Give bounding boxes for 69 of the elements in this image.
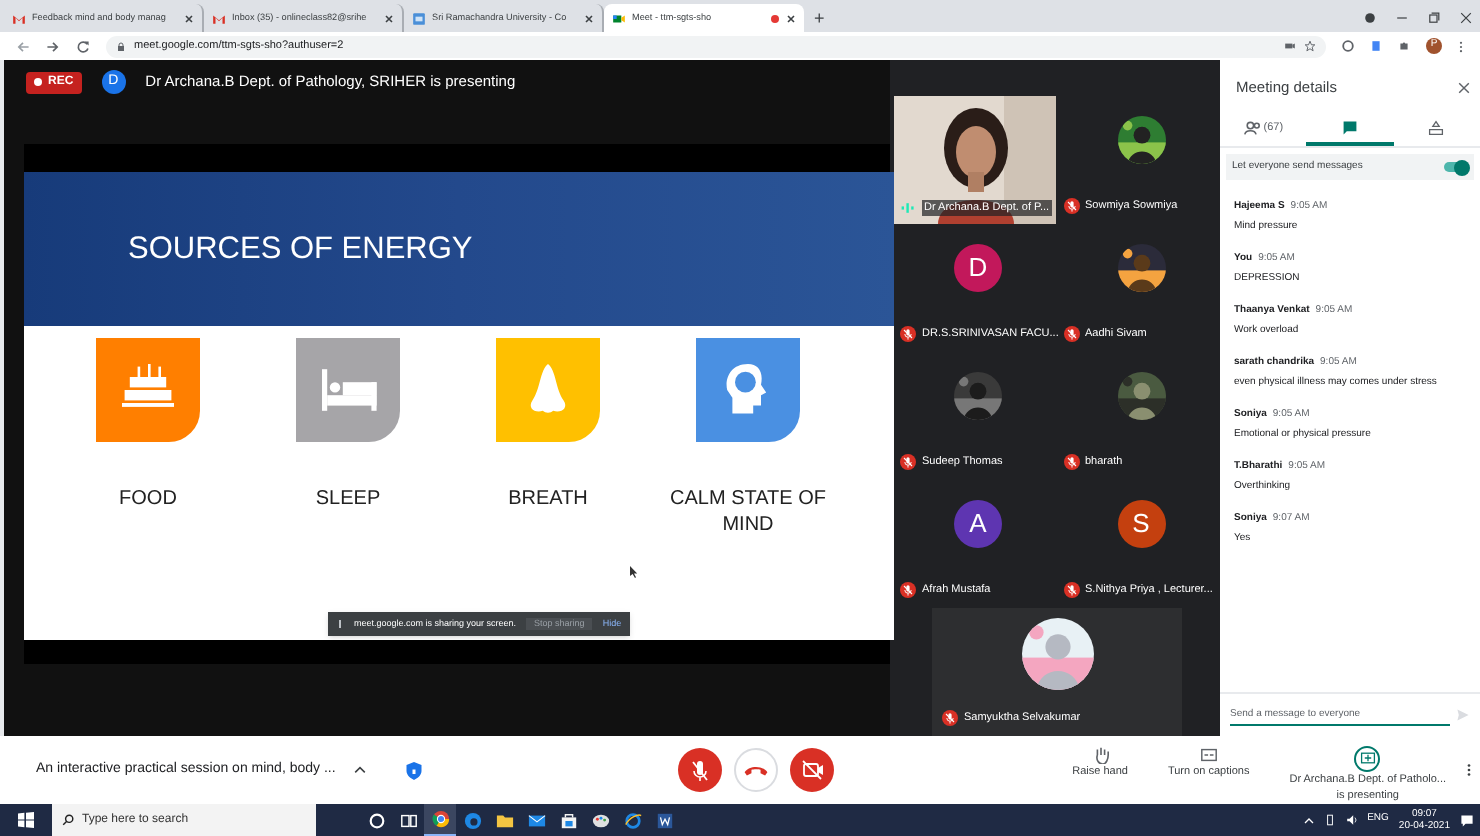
chrome-icon <box>431 810 449 828</box>
hand-icon <box>1091 745 1110 763</box>
participant-avatar: D <box>954 244 1002 292</box>
circle-icon <box>367 811 385 829</box>
cake-icon <box>96 338 200 442</box>
microphone-button[interactable] <box>678 748 722 792</box>
shopping-bag-icon <box>559 811 577 829</box>
battery-icon[interactable] <box>1323 814 1336 826</box>
slide-item-label: FOOD <box>117 486 179 512</box>
shapes-icon <box>1428 120 1445 136</box>
close-icon[interactable] <box>584 13 594 23</box>
bed-icon <box>296 338 400 442</box>
mail-icon <box>12 11 26 25</box>
minimize-icon[interactable] <box>1396 12 1408 24</box>
people-icon <box>1243 120 1260 136</box>
participant-avatar: S <box>1117 500 1165 548</box>
more-options-icon[interactable] <box>1458 39 1464 53</box>
cursor-icon <box>630 566 638 578</box>
forward-arrow-icon[interactable] <box>46 39 60 53</box>
mail-icon <box>212 11 226 25</box>
toggle-switch[interactable] <box>1444 162 1468 172</box>
more-options-icon[interactable] <box>1466 762 1472 778</box>
nose-icon <box>496 338 600 442</box>
slide-item-label: SLEEP <box>313 486 383 512</box>
site-icon <box>412 11 426 25</box>
present-screen-icon <box>1359 750 1376 766</box>
video-camera-icon <box>612 11 626 25</box>
mail-icon <box>527 811 545 829</box>
windows-start-icon[interactable] <box>18 812 34 828</box>
close-icon[interactable] <box>184 13 194 23</box>
hang-up-button[interactable] <box>734 748 778 792</box>
notification-icon[interactable] <box>1460 813 1474 827</box>
shield-icon[interactable] <box>405 761 422 779</box>
taskbar-app[interactable] <box>424 804 456 836</box>
new-tab-button[interactable]: + <box>804 4 835 32</box>
lock-icon <box>116 41 126 51</box>
word-icon <box>655 811 673 829</box>
reload-icon[interactable] <box>76 39 90 53</box>
search-icon <box>62 814 74 826</box>
head-icon <box>696 338 800 442</box>
slide-item-label: CALM STATE OF MIND <box>668 486 828 538</box>
slide-item-label: BREATH <box>506 486 590 512</box>
star-icon[interactable] <box>1304 40 1316 52</box>
document-icon[interactable] <box>1370 40 1382 52</box>
close-icon[interactable] <box>1460 12 1472 24</box>
slide-title: SOURCES OF ENERGY <box>128 229 473 270</box>
palette-icon <box>591 811 609 829</box>
folder-icon <box>495 811 513 829</box>
ie-icon <box>623 811 641 829</box>
camera-icon[interactable] <box>1284 40 1296 52</box>
microphone-off-icon <box>692 759 708 781</box>
chevron-up-icon[interactable] <box>353 764 366 776</box>
close-icon[interactable] <box>786 13 796 23</box>
restore-icon[interactable] <box>1428 12 1440 24</box>
camera-off-icon <box>801 760 823 780</box>
task-view-icon <box>399 811 417 829</box>
captions-icon <box>1199 745 1218 763</box>
chat-icon <box>1341 120 1358 136</box>
camera-button[interactable] <box>790 748 834 792</box>
extension-icon[interactable] <box>1342 40 1354 52</box>
record-icon[interactable] <box>1364 12 1376 24</box>
back-arrow-icon[interactable] <box>16 39 30 53</box>
participant-avatar: A <box>954 500 1002 548</box>
close-icon[interactable] <box>1458 81 1470 93</box>
close-icon[interactable] <box>384 13 394 23</box>
record-dot-icon <box>34 78 42 86</box>
speaker-icon[interactable] <box>1345 814 1358 826</box>
edge-icon <box>463 811 481 829</box>
phone-icon <box>744 765 768 775</box>
